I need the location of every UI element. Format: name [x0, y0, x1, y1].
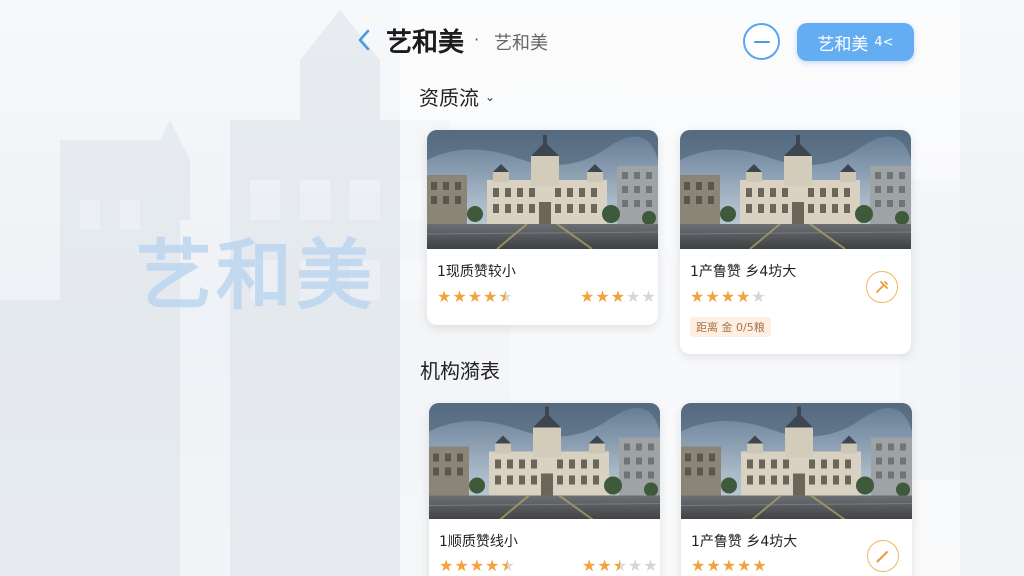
star-icon: ★: [485, 556, 500, 575]
rating-stars-primary: ★ ★ ★ ★ ★: [439, 558, 515, 574]
background-watermark-text: 艺和美: [136, 231, 376, 320]
star-icon: ★: [498, 287, 513, 306]
rating-stars-secondary: ★ ★ ★ ★ ★: [580, 289, 656, 305]
star-icon: ★: [610, 287, 626, 306]
building-photo-image: [429, 403, 660, 519]
star-icon: ★: [612, 556, 628, 575]
brand-pill-button[interactable]: 艺和美 4<: [797, 23, 914, 61]
building-photo-image: [427, 130, 658, 249]
edit-button[interactable]: [867, 540, 899, 572]
star-icon: ★: [626, 287, 641, 306]
back-button[interactable]: [352, 24, 376, 56]
venue-card[interactable]: 1现质赞较小 ★ ★ ★ ★ ★ ★ ★ ★ ★ ★: [427, 130, 658, 325]
section-title-institutions: 机构漪表: [420, 359, 500, 383]
rating-stars-primary: ★ ★ ★ ★ ★: [691, 558, 767, 574]
page-title: 艺和美: [386, 28, 465, 58]
star-icon: ★: [452, 287, 467, 306]
rating-stars-primary: ★ ★ ★ ★ ★: [690, 289, 766, 305]
star-icon: ★: [691, 556, 706, 575]
tools-button[interactable]: [866, 271, 898, 303]
venue-name: 1产鲁赞 乡4坊大: [690, 264, 797, 280]
star-icon: ★: [483, 287, 498, 306]
rating-stars-primary: ★ ★ ★ ★ ★: [437, 289, 513, 305]
building-photo-image: [680, 130, 911, 249]
venue-card[interactable]: 1顺质赞线小 ★ ★ ★ ★ ★ ★ ★ ★ ★ ★: [429, 403, 660, 576]
page-subtitle: 艺和美: [494, 33, 548, 54]
chevron-left-icon: [358, 29, 370, 51]
venue-card[interactable]: 1产鲁赞 乡4坊大 ★ ★ ★ ★ ★: [681, 403, 912, 576]
star-icon: ★: [597, 556, 612, 575]
venue-name: 1顺质赞线小: [439, 534, 518, 550]
star-icon: ★: [705, 287, 720, 306]
star-icon: ★: [439, 556, 454, 575]
star-icon: ★: [582, 556, 597, 575]
star-icon: ★: [690, 287, 705, 306]
star-icon: ★: [737, 556, 752, 575]
venue-photo: [429, 403, 660, 519]
star-icon: ★: [500, 556, 515, 575]
star-icon: ★: [641, 287, 656, 306]
star-icon: ★: [454, 556, 469, 575]
venue-card[interactable]: 1产鲁赞 乡4坊大 ★ ★ ★ ★ ★ 距离 金 0/5粮: [680, 130, 911, 354]
star-icon: ★: [467, 287, 483, 306]
star-icon: ★: [580, 287, 595, 306]
wrench-icon: [876, 281, 888, 293]
star-icon: ★: [752, 556, 767, 575]
star-icon: ★: [751, 287, 766, 306]
star-icon: ★: [736, 287, 751, 306]
collapse-button[interactable]: [743, 23, 780, 60]
star-icon: ★: [437, 287, 452, 306]
venue-photo: [681, 403, 912, 519]
venue-name: 1现质赞较小: [437, 264, 516, 280]
star-icon: ★: [643, 556, 658, 575]
distance-tag: 距离 金 0/5粮: [690, 317, 771, 337]
chevron-down-icon: ⌄: [485, 89, 496, 104]
pill-suffix: 4<: [874, 34, 894, 50]
star-icon: ★: [628, 556, 643, 575]
title-separator: ·: [474, 30, 480, 49]
star-icon: ★: [595, 287, 610, 306]
venue-photo: [427, 130, 658, 249]
pencil-icon: [876, 551, 888, 563]
star-icon: ★: [721, 556, 737, 575]
section-title-label: 资质流: [419, 86, 479, 110]
section-title-qualification[interactable]: 资质流 ⌄: [419, 82, 495, 111]
venue-name: 1产鲁赞 乡4坊大: [691, 534, 798, 550]
pill-label: 艺和美: [817, 34, 869, 55]
star-icon: ★: [469, 556, 485, 575]
minus-icon: [753, 40, 770, 43]
building-photo-image: [681, 403, 912, 519]
venue-photo: [680, 130, 911, 249]
rating-stars-secondary: ★ ★ ★ ★ ★: [582, 558, 658, 574]
star-icon: ★: [720, 287, 736, 306]
header: 艺和美 · 艺和美 艺和美 4<: [0, 0, 1024, 80]
star-icon: ★: [706, 556, 721, 575]
